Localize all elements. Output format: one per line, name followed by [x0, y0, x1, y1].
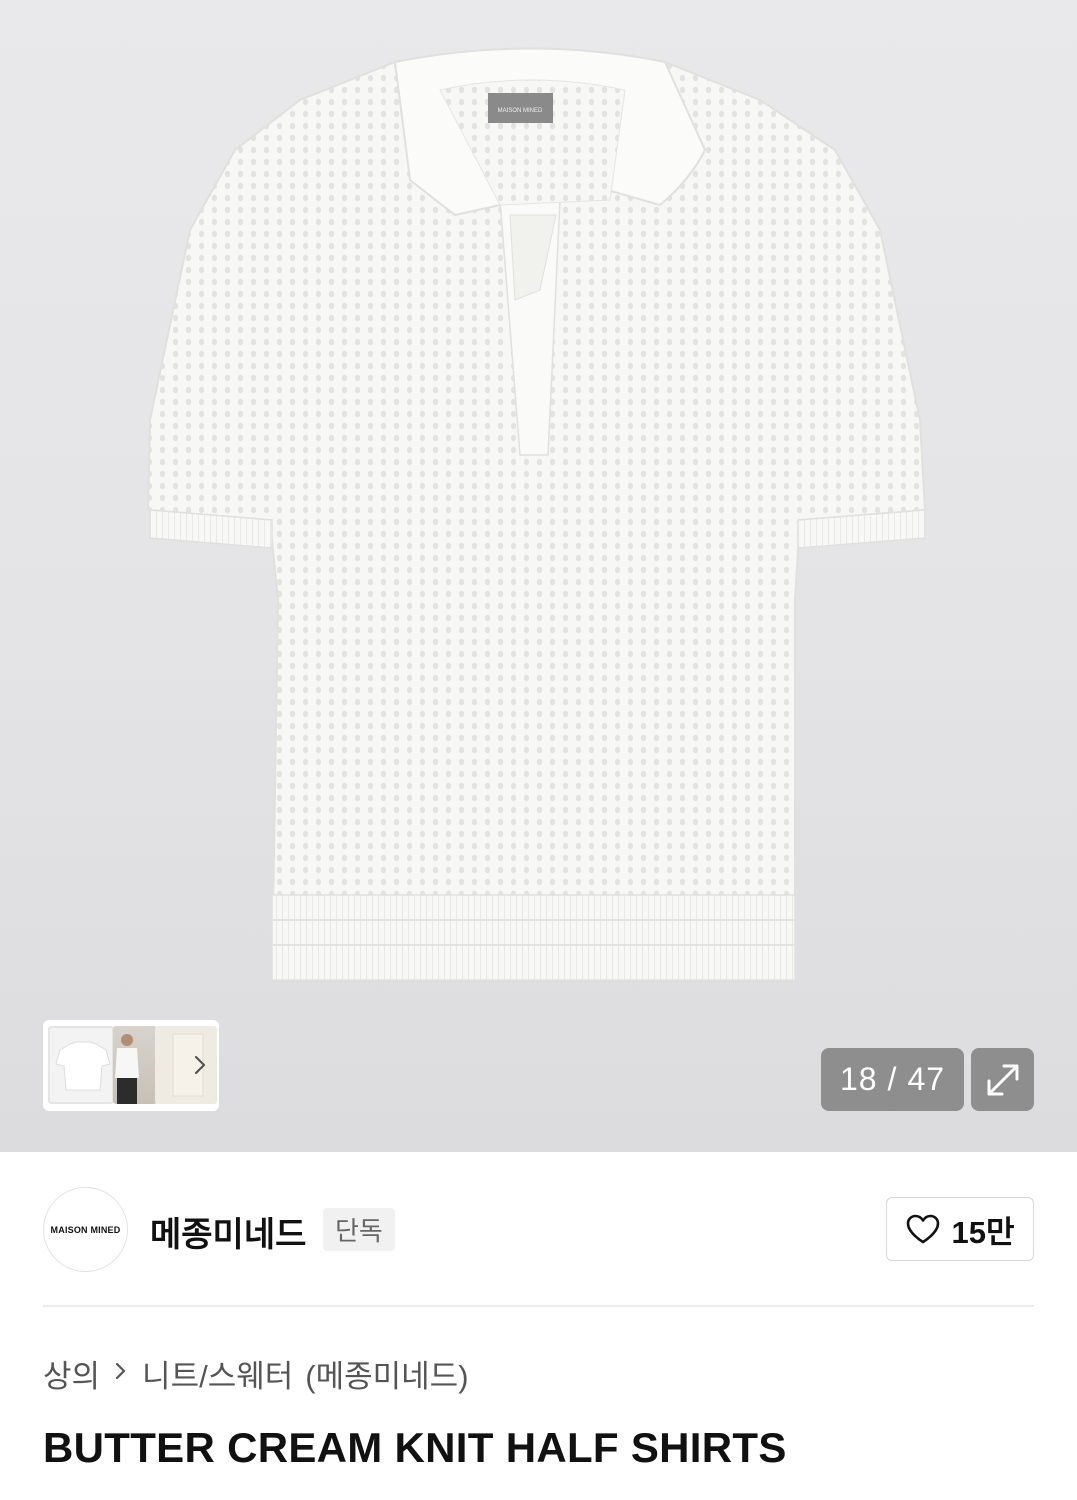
thumbnail-detail[interactable] — [155, 1026, 217, 1104]
brand-logo-text: MAISON MINED — [50, 1224, 121, 1235]
breadcrumb-category[interactable]: 상의 — [43, 1351, 100, 1396]
image-counter-separator: / — [887, 1061, 898, 1097]
product-image: MAISON MINED — [146, 47, 927, 981]
breadcrumb-brand[interactable]: (메종미네드) — [305, 1351, 468, 1396]
chevron-right-icon — [114, 1357, 128, 1389]
thumbnail-model[interactable] — [113, 1026, 157, 1104]
brand-logo[interactable]: MAISON MINED — [43, 1187, 128, 1272]
like-button[interactable]: 15만 — [886, 1197, 1034, 1261]
like-count: 15만 — [951, 1214, 1015, 1250]
image-counter-total: 47 — [907, 1061, 946, 1097]
product-image-gallery[interactable]: MAISON MINED 18 / 47 — [0, 0, 1077, 1152]
brand-row: MAISON MINED 메종미네드 단독 15만 — [43, 1187, 1034, 1272]
divider — [43, 1305, 1034, 1307]
heart-outline-icon — [907, 1214, 940, 1244]
image-counter: 18 / 47 — [821, 1048, 964, 1111]
label-tag-text: MAISON MINED — [498, 108, 543, 114]
chevron-right-icon[interactable] — [193, 1054, 207, 1076]
expand-arrows-icon — [987, 1064, 1018, 1095]
thumbnail-strip[interactable] — [43, 1020, 219, 1111]
expand-button[interactable] — [971, 1048, 1034, 1111]
breadcrumb: 상의 니트/스웨터 (메종미네드) — [43, 1351, 469, 1396]
exclusive-badge: 단독 — [323, 1208, 395, 1251]
image-counter-current: 18 — [839, 1061, 878, 1097]
breadcrumb-subcategory[interactable]: 니트/스웨터 — [142, 1351, 293, 1396]
thumbnail-shirt[interactable] — [48, 1026, 114, 1104]
product-title: BUTTER CREAM KNIT HALF SHIRTS — [43, 1424, 787, 1471]
brand-name[interactable]: 메종미네드 — [150, 1207, 306, 1256]
